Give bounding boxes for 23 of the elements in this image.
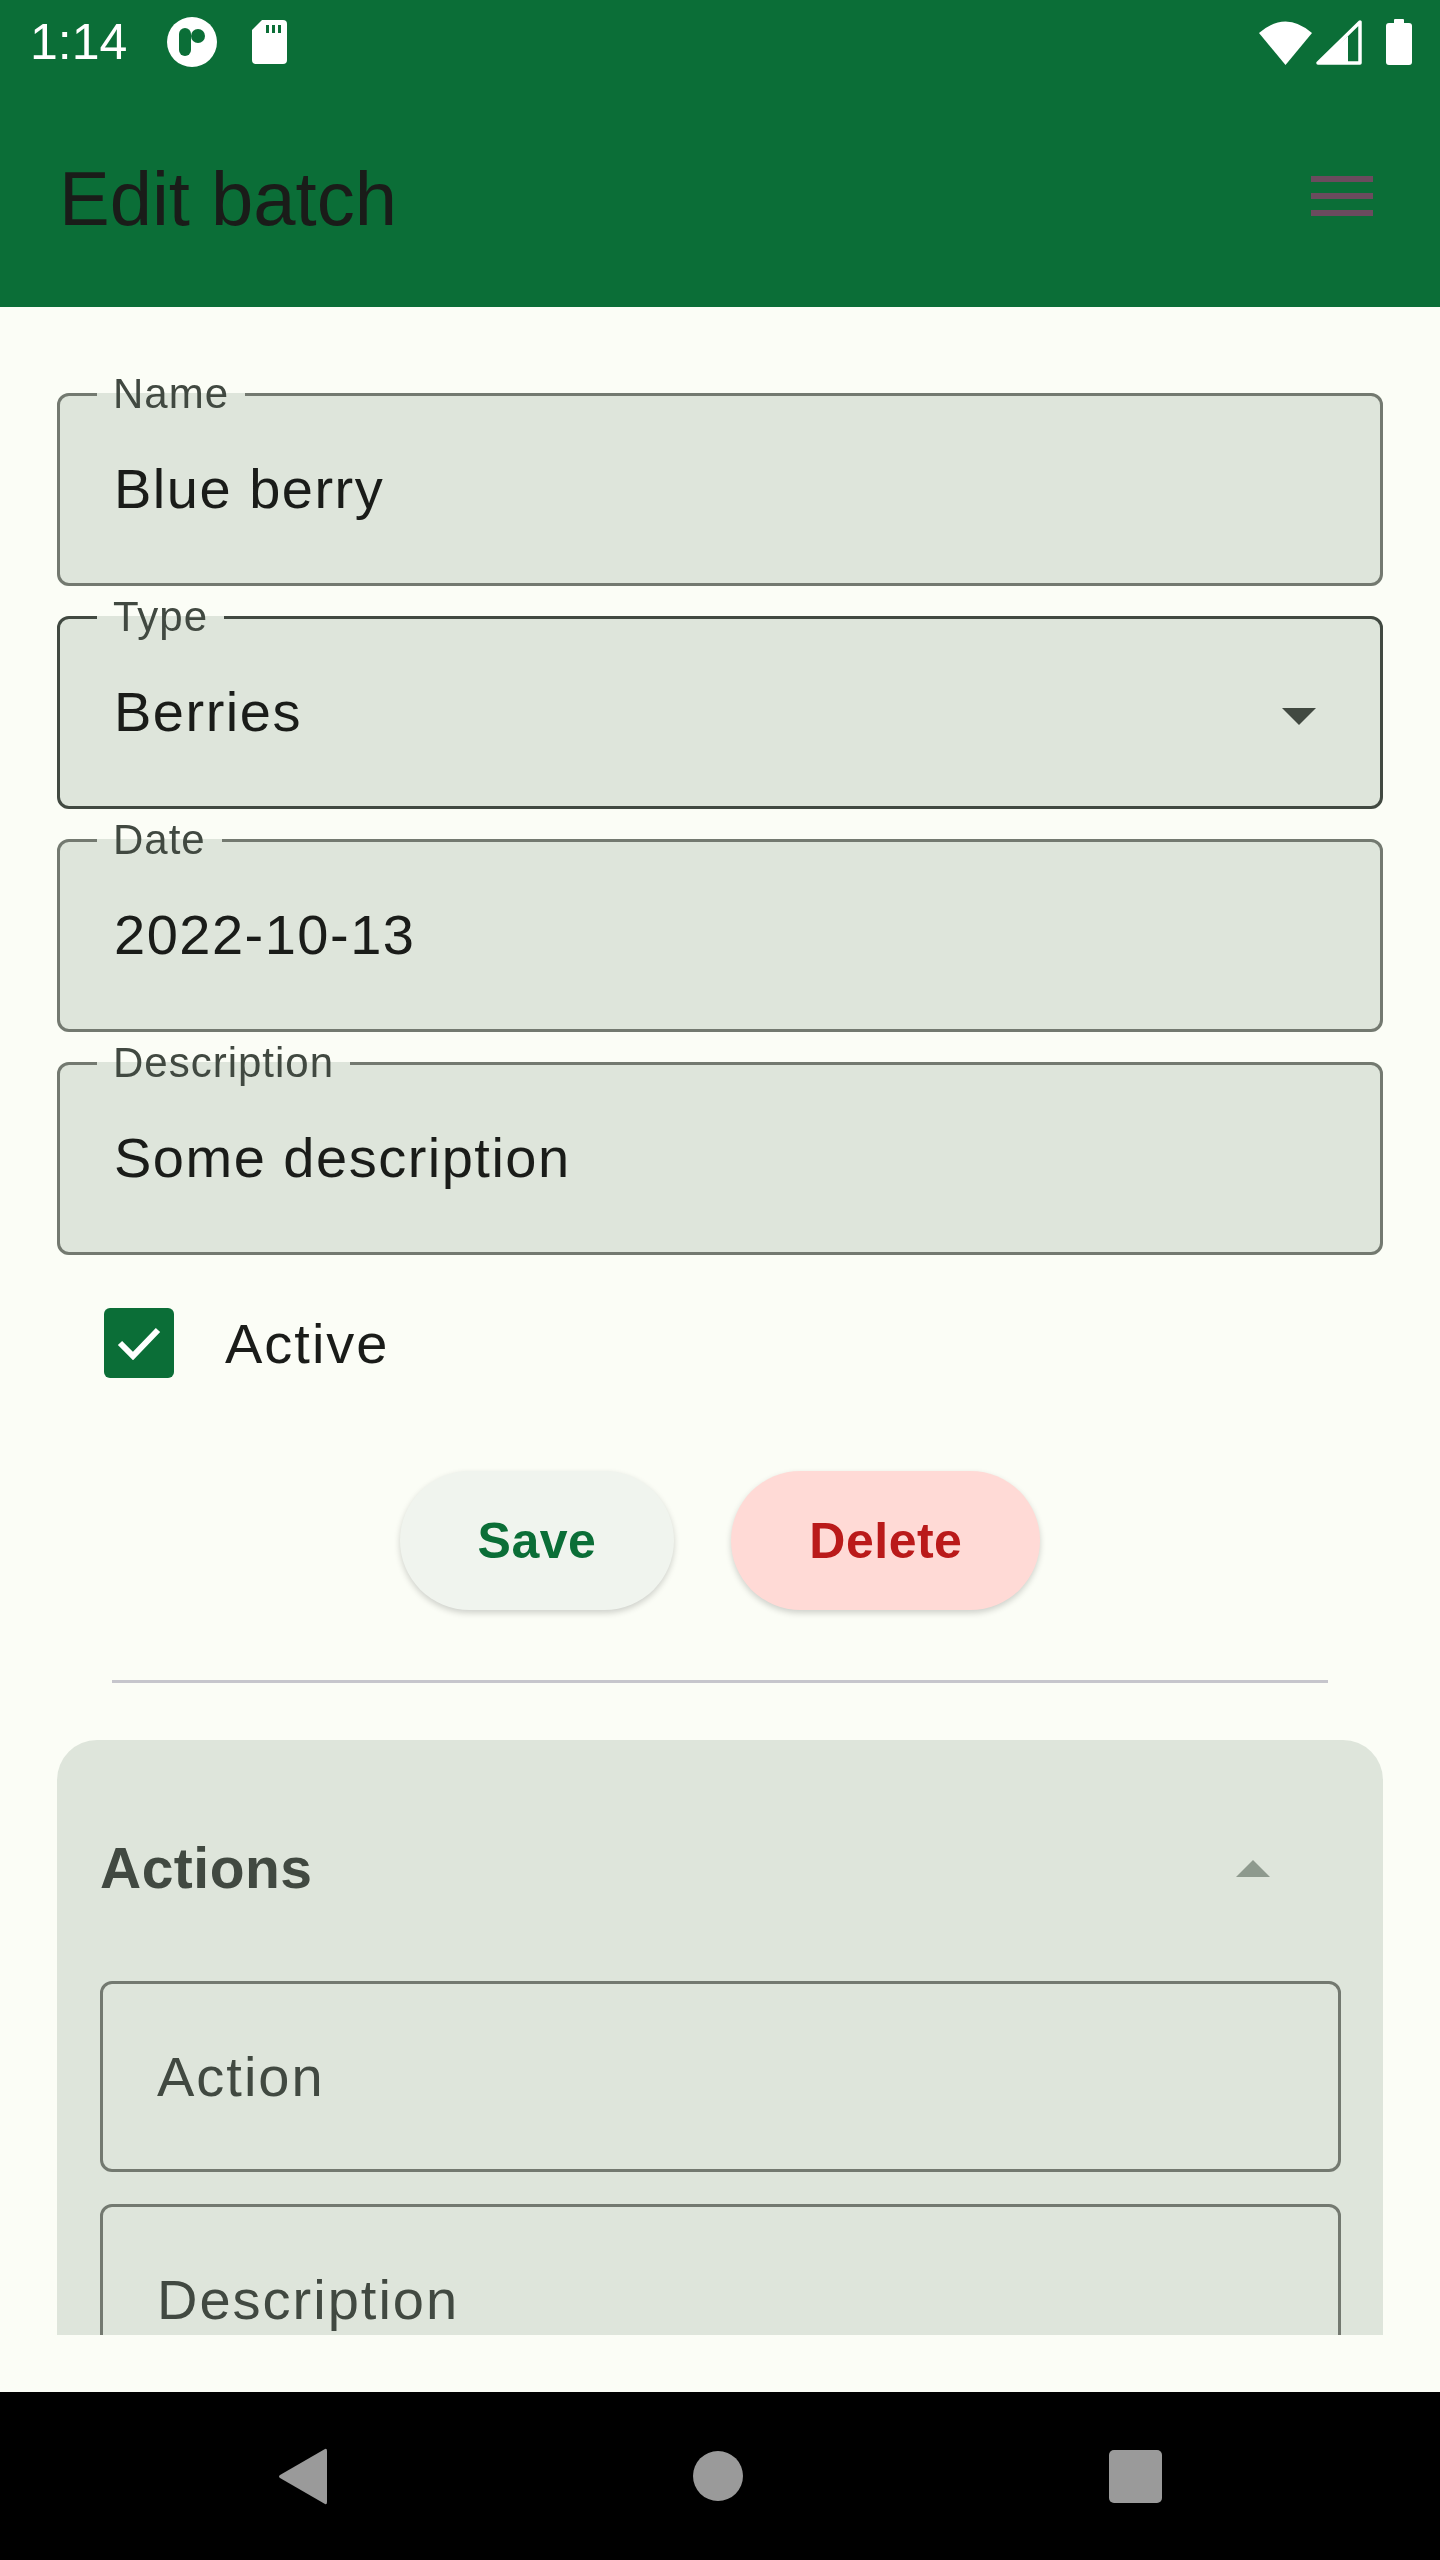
app-bar-title: Edit batch	[59, 156, 397, 241]
wifi-icon	[1259, 19, 1312, 65]
field-label: Date	[112, 816, 207, 864]
home-icon[interactable]	[693, 2451, 743, 2501]
field-label: Name	[112, 370, 231, 418]
status-time: 1:14	[30, 17, 128, 67]
check-icon	[117, 1326, 161, 1360]
checkbox-label: Active	[225, 1310, 390, 1376]
field-label: Type	[112, 593, 210, 641]
caret-down-icon[interactable]	[1282, 707, 1316, 725]
save-button[interactable]: Save	[399, 1471, 675, 1610]
round-logo-icon	[167, 17, 218, 67]
field-label: Description	[112, 1039, 336, 1087]
input-field[interactable]: Action	[100, 1981, 1341, 2172]
back-icon[interactable]	[278, 2447, 327, 2505]
delete-button[interactable]: Delete	[731, 1471, 1041, 1610]
checkbox[interactable]	[104, 1308, 174, 1378]
input-field[interactable]: Description	[100, 2204, 1341, 2335]
actions-heading: Actions	[100, 1835, 313, 1901]
sd-card-icon	[252, 20, 288, 64]
signal-icon	[1316, 19, 1362, 65]
battery-icon	[1386, 19, 1412, 65]
recents-icon[interactable]	[1109, 2449, 1162, 2503]
